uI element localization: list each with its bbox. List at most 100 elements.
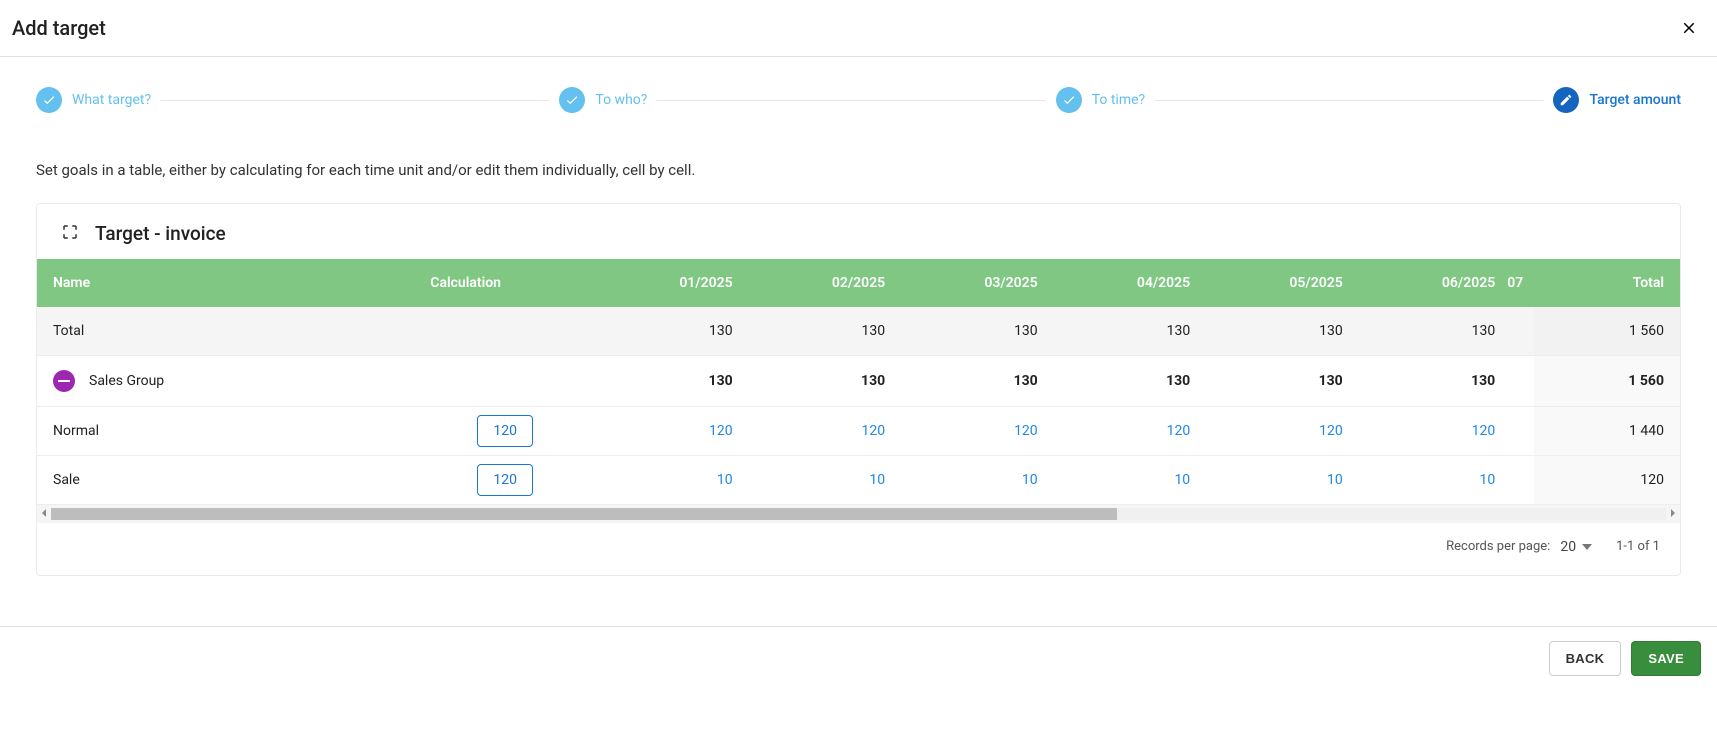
card-title: Target - invoice: [95, 222, 226, 245]
step-description: Set goals in a table, either by calculat…: [36, 161, 1681, 179]
col-month: 06/2025: [1355, 259, 1508, 307]
cell-value: 130: [897, 307, 1050, 355]
close-button[interactable]: [1677, 16, 1701, 40]
fullscreen-icon[interactable]: [61, 223, 79, 245]
cell-value: 130: [1355, 307, 1508, 355]
cell-partial: [1507, 355, 1534, 406]
cell-value: 130: [592, 307, 745, 355]
step-divider: [1155, 100, 1543, 101]
dialog-title: Add target: [12, 16, 106, 40]
cell-value: 130: [745, 355, 898, 406]
cell-value: 130: [1202, 307, 1355, 355]
cell-value[interactable]: 120: [897, 406, 1050, 455]
col-month-partial: 07: [1507, 259, 1534, 307]
step-target-amount[interactable]: Target amount: [1553, 87, 1681, 113]
cell-value: 130: [592, 355, 745, 406]
cell-value[interactable]: 10: [592, 455, 745, 504]
cell-value[interactable]: 10: [897, 455, 1050, 504]
step-label: To time?: [1092, 92, 1145, 108]
page-size-select[interactable]: 20: [1560, 539, 1592, 555]
chevron-down-icon: [1582, 544, 1592, 550]
page-size: Records per page: 20: [1446, 539, 1592, 555]
cell-value[interactable]: 10: [1355, 455, 1508, 504]
cell-value[interactable]: 120: [1355, 406, 1508, 455]
close-icon: [1680, 19, 1698, 37]
horizontal-scrollbar[interactable]: [37, 505, 1680, 523]
scroll-left-icon[interactable]: [37, 508, 51, 519]
step-label: Target amount: [1589, 92, 1681, 108]
save-button[interactable]: SAVE: [1631, 641, 1701, 676]
col-month: 03/2025: [897, 259, 1050, 307]
row-calc: [418, 355, 592, 406]
step-to-who[interactable]: To who?: [559, 87, 647, 113]
cell-value: 130: [897, 355, 1050, 406]
row-name: Total: [37, 307, 418, 355]
col-month: 04/2025: [1050, 259, 1203, 307]
check-icon: [559, 87, 585, 113]
pagination: Records per page: 20 1-1 of 1: [37, 523, 1680, 575]
target-card: Target - invoice Name Calculation 01/202…: [36, 203, 1681, 576]
col-month: 05/2025: [1202, 259, 1355, 307]
scrollbar-track[interactable]: [51, 508, 1666, 520]
cell-value: 130: [745, 307, 898, 355]
cell-value[interactable]: 10: [745, 455, 898, 504]
step-what-target[interactable]: What target?: [36, 87, 151, 113]
table-row-total: Total 130 130 130 130 130 130 1 560: [37, 307, 1680, 355]
cell-value[interactable]: 120: [1050, 406, 1203, 455]
col-month: 01/2025: [592, 259, 745, 307]
cell-value[interactable]: 120: [1202, 406, 1355, 455]
cell-value[interactable]: 120: [592, 406, 745, 455]
page-range: 1-1 of 1: [1616, 539, 1660, 554]
col-total: Total: [1534, 259, 1680, 307]
cell-partial: [1507, 307, 1534, 355]
cell-value: 130: [1050, 307, 1203, 355]
cell-partial: [1507, 406, 1534, 455]
row-total: 1 440: [1534, 406, 1680, 455]
scrollbar-thumb[interactable]: [51, 508, 1117, 520]
row-total: 1 560: [1534, 355, 1680, 406]
col-calculation: Calculation: [418, 259, 592, 307]
check-icon: [1056, 87, 1082, 113]
collapse-icon[interactable]: [53, 370, 75, 392]
step-divider: [161, 100, 549, 101]
row-name: Sales Group: [37, 355, 418, 406]
cell-value[interactable]: 120: [745, 406, 898, 455]
cell-value[interactable]: 10: [1050, 455, 1203, 504]
step-to-time[interactable]: To time?: [1056, 87, 1145, 113]
row-calc: [418, 307, 592, 355]
table-row-normal: Normal 120 120 120 120 120 120 120 1 440: [37, 406, 1680, 455]
row-calc: 120: [418, 455, 592, 504]
cell-partial: [1507, 455, 1534, 504]
row-name: Normal: [37, 406, 418, 455]
targets-table: Name Calculation 01/2025 02/2025 03/2025…: [37, 259, 1680, 505]
cell-value: 130: [1050, 355, 1203, 406]
table-row-group: Sales Group 130 130 130 130 130 130 1 56…: [37, 355, 1680, 406]
table-wrapper: Name Calculation 01/2025 02/2025 03/2025…: [37, 259, 1680, 523]
page-size-label: Records per page:: [1446, 539, 1550, 554]
col-month: 02/2025: [745, 259, 898, 307]
calculation-input[interactable]: 120: [477, 464, 533, 496]
dialog-content: What target? To who? To time? Target amo…: [0, 57, 1717, 596]
table-row-sale: Sale 120 10 10 10 10 10 10 120: [37, 455, 1680, 504]
row-name: Sale: [37, 455, 418, 504]
cell-value: 130: [1202, 355, 1355, 406]
dialog-footer: BACK SAVE: [0, 626, 1717, 690]
table-header-row: Name Calculation 01/2025 02/2025 03/2025…: [37, 259, 1680, 307]
calculation-input[interactable]: 120: [477, 415, 533, 447]
group-label: Sales Group: [89, 373, 164, 389]
row-calc: 120: [418, 406, 592, 455]
cell-value[interactable]: 10: [1202, 455, 1355, 504]
step-divider: [657, 100, 1045, 101]
stepper: What target? To who? To time? Target amo…: [36, 87, 1681, 113]
row-total: 1 560: [1534, 307, 1680, 355]
step-label: To who?: [595, 92, 647, 108]
page-size-value: 20: [1560, 539, 1576, 555]
col-name: Name: [37, 259, 418, 307]
row-total: 120: [1534, 455, 1680, 504]
cell-value: 130: [1355, 355, 1508, 406]
check-icon: [36, 87, 62, 113]
scroll-right-icon[interactable]: [1666, 508, 1680, 519]
back-button[interactable]: BACK: [1549, 641, 1622, 676]
edit-icon: [1553, 87, 1579, 113]
step-label: What target?: [72, 92, 151, 108]
